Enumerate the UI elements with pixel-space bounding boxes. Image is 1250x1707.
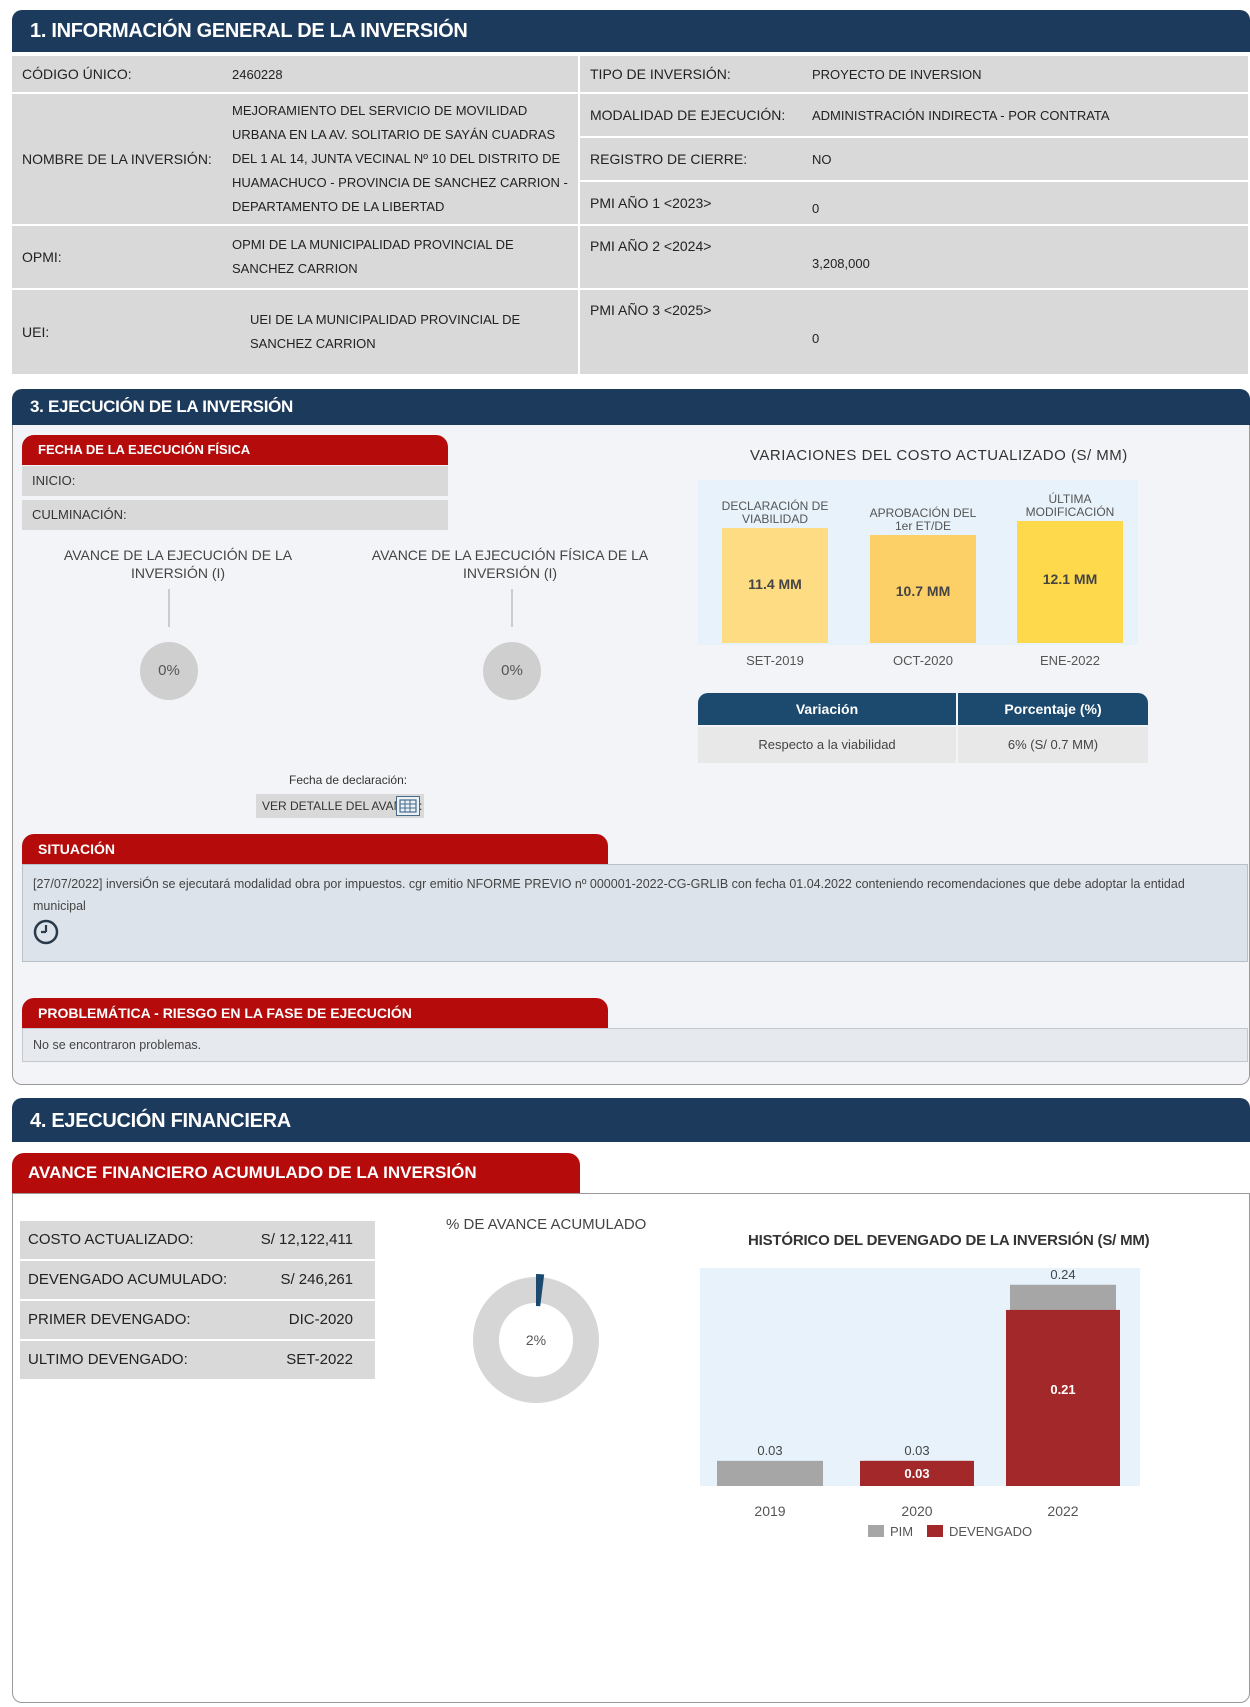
registro-label: REGISTRO DE CIERRE: [580, 138, 802, 180]
historico-category-label: 2020 [901, 1503, 932, 1519]
legend-devengado-label: DEVENGADO [949, 1524, 1032, 1539]
primer-row: PRIMER DEVENGADO: DIC-2020 [20, 1301, 375, 1339]
devengado-row: DEVENGADO ACUMULADO: S/ 246,261 [20, 1261, 375, 1299]
variaciones-bar-label: APROBACIÓN DEL 1er ET/DE [869, 506, 977, 533]
codigo-value: 2460228 [222, 56, 578, 92]
section3-header: 3. EJECUCIÓN DE LA INVERSIÓN [12, 389, 1250, 425]
tipo-label: TIPO DE INVERSIÓN: [580, 56, 802, 92]
opmi-label: OPMI: [12, 226, 222, 288]
legend-pim-swatch [868, 1525, 884, 1537]
historico-category-label: 2019 [754, 1503, 785, 1519]
ultimo-value: SET-2022 [286, 1351, 353, 1368]
ultimo-label: ULTIMO DEVENGADO: [28, 1351, 188, 1368]
avance-inversion-circle: 0% [140, 642, 198, 700]
fecha-declaracion-label: Fecha de declaración: [289, 773, 408, 787]
legend-pim-label: PIM [890, 1524, 913, 1539]
avance-donut-chart: 2% [470, 1274, 602, 1406]
historico-category-label: 2022 [1047, 1503, 1078, 1519]
opmi-value: OPMI DE LA MUNICIPALIDAD PROVINCIAL DE S… [222, 226, 578, 288]
inicio-row: INICIO: [22, 466, 448, 496]
pmi1-label: PMI AÑO 1 <2023> [580, 182, 802, 224]
historico-chart: 0.03 2019 0.03 0.03 2020 0.24 0.21 2022 PIM DEVEN… [700, 1267, 1140, 1539]
uei-value: UEI DE LA MUNICIPALIDAD PROVINCIAL DE SA… [222, 290, 578, 374]
pmi1-value: 0 [802, 182, 1248, 224]
tipo-value: PROYECTO DE INVERSION [802, 56, 1248, 92]
ver-detalle-icon[interactable] [396, 796, 420, 816]
variacion-row-label: Respecto a la viabilidad [698, 727, 956, 763]
variaciones-date-label: ENE-2022 [1040, 653, 1100, 668]
variaciones-bar: 11.4 MM [722, 528, 828, 643]
variaciones-bar-label: DECLARACIÓN DE VIABILIDAD [721, 499, 829, 526]
pmi2-label: PMI AÑO 2 <2024> [580, 226, 802, 288]
pim-bar [717, 1460, 823, 1486]
costo-row: COSTO ACTUALIZADO: S/ 12,122,411 [20, 1221, 375, 1259]
pim-value-label: 0.03 [904, 1443, 929, 1458]
avance-financiero-tab: AVANCE FINANCIERO ACUMULADO DE LA INVERS… [12, 1153, 580, 1193]
uei-label: UEI: [12, 290, 222, 374]
avance-fisica-circle: 0% [483, 642, 541, 700]
variaciones-bar: 12.1 MM [1017, 521, 1123, 643]
pmi3-label: PMI AÑO 3 <2025> [580, 290, 802, 374]
section4-header: 4. EJECUCIÓN FINANCIERA [12, 1098, 1250, 1142]
nombre-value: MEJORAMIENTO DEL SERVICIO DE MOVILIDAD U… [222, 94, 578, 224]
variaciones-date-label: OCT-2020 [893, 653, 953, 668]
devengado-bar [1006, 1309, 1120, 1486]
pim-value-label: 0.24 [1050, 1267, 1075, 1282]
situacion-tab: SITUACIÓN [22, 834, 608, 864]
devengado-value: S/ 246,261 [280, 1271, 353, 1288]
porcentaje-header: Porcentaje (%) [958, 693, 1148, 725]
pmi2-value: 3,208,000 [802, 226, 1248, 288]
historico-title: HISTÓRICO DEL DEVENGADO DE LA INVERSIÓN … [748, 1232, 1150, 1249]
costo-value: S/ 12,122,411 [260, 1231, 353, 1248]
modalidad-value: ADMINISTRACIÓN INDIRECTA - POR CONTRATA [802, 94, 1248, 136]
culminacion-row: CULMINACIÓN: [22, 500, 448, 530]
codigo-label: CÓDIGO ÚNICO: [12, 56, 222, 92]
variaciones-title: VARIACIONES DEL COSTO ACTUALIZADO (S/ MM… [750, 447, 1128, 464]
ultimo-row: ULTIMO DEVENGADO: SET-2022 [20, 1341, 375, 1379]
variaciones-date-label: SET-2019 [746, 653, 804, 668]
problematica-box: No se encontraron problemas. [22, 1028, 1248, 1062]
section1-header: 1. INFORMACIÓN GENERAL DE LA INVERSIÓN [12, 10, 1250, 52]
porcentaje-row-value: 6% (S/ 0.7 MM) [958, 727, 1148, 763]
variacion-header: Variación [698, 693, 956, 725]
donut-value: 2% [526, 1332, 546, 1348]
nombre-label: NOMBRE DE LA INVERSIÓN: [12, 94, 222, 224]
devengado-value-label: 0.03 [904, 1466, 929, 1481]
devengado-value-label: 0.21 [1050, 1382, 1075, 1397]
avance-inversion-title: AVANCE DE LA EJECUCIÓN DE LA INVERSIÓN (… [63, 547, 293, 581]
variaciones-bar: 10.7 MM [870, 535, 976, 643]
modalidad-label: MODALIDAD DE EJECUCIÓN: [580, 94, 802, 136]
devengado-label: DEVENGADO ACUMULADO: [28, 1271, 228, 1288]
costo-label: COSTO ACTUALIZADO: [28, 1231, 194, 1248]
donut-title: % DE AVANCE ACUMULADO [446, 1216, 647, 1233]
problematica-tab: PROBLEMÁTICA - RIESGO EN LA FASE DE EJEC… [22, 998, 608, 1028]
clock-icon[interactable] [33, 919, 59, 945]
pmi3-value: 0 [802, 290, 1248, 374]
legend-devengado-swatch [927, 1525, 943, 1537]
avance-fisica-title: AVANCE DE LA EJECUCIÓN FÍSICA DE LA INVE… [371, 547, 649, 581]
primer-label: PRIMER DEVENGADO: [28, 1311, 191, 1328]
situacion-box: [27/07/2022] inversiÓn se ejecutará moda… [22, 864, 1248, 962]
registro-value: NO [802, 138, 1248, 180]
avance-inversion-indicator [168, 589, 170, 627]
fecha-ejecucion-tab: FECHA DE LA EJECUCIÓN FÍSICA [22, 435, 448, 465]
primer-value: DIC-2020 [288, 1311, 353, 1328]
avance-fisica-indicator [511, 589, 513, 627]
variaciones-bar-label: ÚLTIMA MODIFICACIÓN [1025, 492, 1115, 519]
situacion-text: [27/07/2022] inversiÓn se ejecutará moda… [33, 877, 1185, 913]
pim-value-label: 0.03 [757, 1443, 782, 1458]
